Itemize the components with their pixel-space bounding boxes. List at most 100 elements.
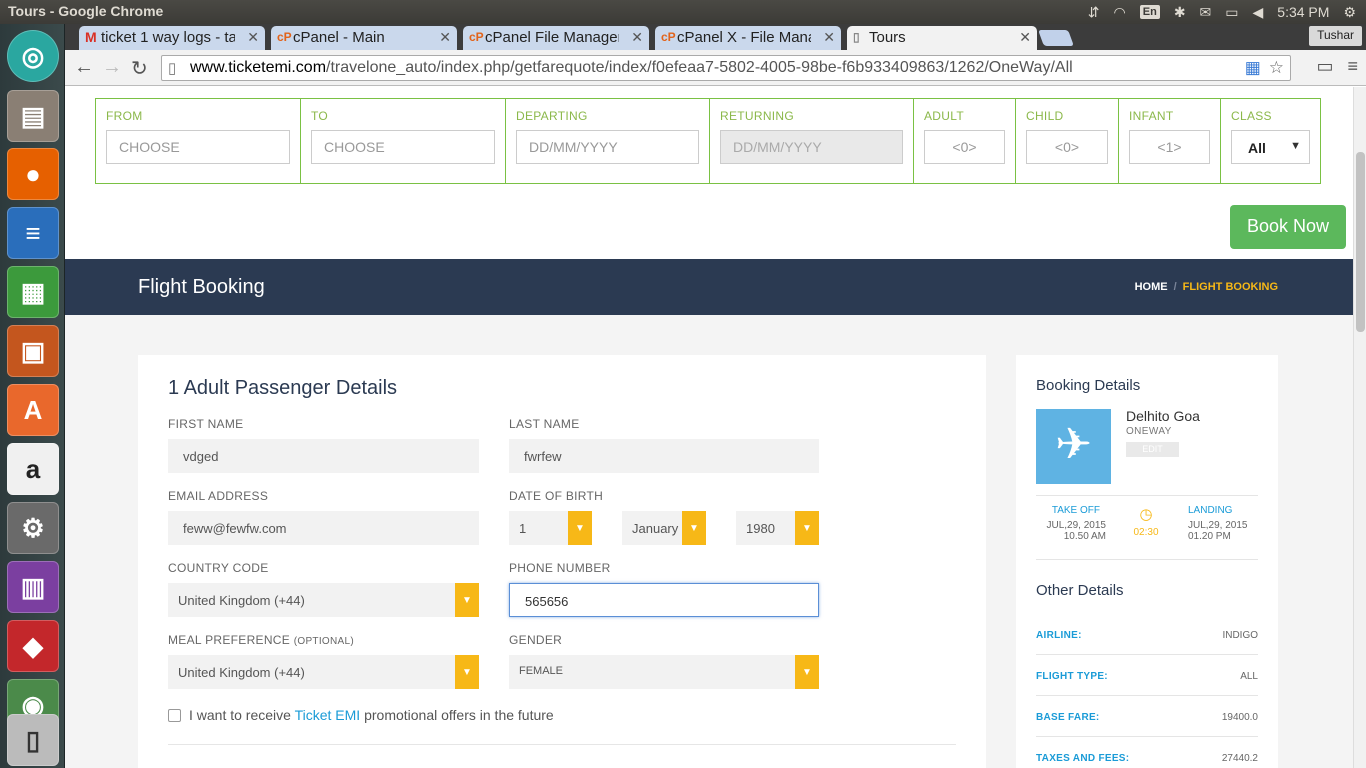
book-now-button[interactable]: Book Now <box>1230 205 1346 249</box>
detail-value: 19400.0 <box>1221 712 1258 723</box>
trash-icon[interactable]: ▯ <box>7 714 59 766</box>
tab-label: cPanel File Manager <box>485 29 619 46</box>
email-input[interactable]: feww@fewfw.com <box>168 511 479 545</box>
meal-preference-field: MEAL PREFERENCE (OPTIONAL) United Kingdo… <box>168 633 479 689</box>
adult-input[interactable]: <0> <box>924 130 1005 164</box>
email-label: EMAIL ADDRESS <box>168 489 269 503</box>
page-header-band: Flight Booking HOME / FLIGHT BOOKING <box>65 259 1353 315</box>
adult-field: ADULT <0> <box>913 98 1015 184</box>
returning-field: RETURNING DD/MM/YYYY <box>709 98 913 184</box>
bluetooth-icon[interactable]: ✱ <box>1174 4 1186 21</box>
tab-tours[interactable]: ▯ Tours ✕ <box>847 26 1037 50</box>
dob-month-select[interactable]: January ▼ <box>622 511 706 545</box>
route-name: Delhito Goa <box>1126 408 1200 424</box>
page-scrollbar[interactable] <box>1353 87 1366 768</box>
promo-checkbox[interactable] <box>168 708 181 722</box>
first-name-input[interactable]: vdged <box>168 439 479 473</box>
cpanel-icon: cP <box>661 30 676 44</box>
close-icon[interactable]: ✕ <box>1019 29 1031 46</box>
close-icon[interactable]: ✕ <box>631 29 643 46</box>
dropdown-caret-icon: ▼ <box>1290 140 1301 152</box>
promo-text-after: promotional offers in the future <box>364 707 554 723</box>
phone-input[interactable]: 565656 <box>509 583 819 617</box>
dob-year-select[interactable]: 1980 ▼ <box>736 511 819 545</box>
passenger-card-title: 1 Adult Passenger Details <box>168 377 398 399</box>
new-tab-button[interactable] <box>1038 30 1074 46</box>
country-code-value: United Kingdom (+44) <box>178 593 305 608</box>
chevron-down-icon: ▼ <box>568 511 592 545</box>
infant-label: INFANT <box>1129 109 1174 123</box>
dob-day-select[interactable]: 1 ▼ <box>509 511 592 545</box>
returning-label: RETURNING <box>720 109 795 123</box>
mail-icon[interactable]: ✉ <box>1200 4 1212 21</box>
cast-icon[interactable]: ▭ <box>1316 56 1333 77</box>
ubuntu-dash-icon[interactable]: ◎ <box>7 30 59 82</box>
breadcrumb-home-link[interactable]: HOME <box>1135 281 1168 293</box>
tab-cpanel-file-manager[interactable]: cP cPanel File Manager ✕ <box>463 26 649 50</box>
impress-icon[interactable]: ▣ <box>7 325 59 377</box>
star-icon[interactable]: ☆ <box>1269 58 1284 78</box>
first-name-field: FIRST NAME vdged <box>168 417 479 473</box>
country-code-select[interactable]: United Kingdom (+44) ▼ <box>168 583 479 617</box>
ticket-emi-link[interactable]: Ticket EMI <box>295 707 361 723</box>
from-input[interactable]: CHOOSE <box>106 130 290 164</box>
writer-icon[interactable]: ≡ <box>7 207 59 259</box>
tab-cpanel-main[interactable]: cP cPanel - Main ✕ <box>271 26 457 50</box>
page-info-icon[interactable]: ▯ <box>168 59 176 77</box>
system-settings-icon[interactable]: ⚙ <box>7 502 59 554</box>
close-icon[interactable]: ✕ <box>247 29 259 46</box>
detail-row-flight-type: FLIGHT TYPE: ALL <box>1036 671 1258 682</box>
close-icon[interactable]: ✕ <box>823 29 835 46</box>
gender-label: GENDER <box>509 633 563 647</box>
detail-key: FLIGHT TYPE: <box>1036 671 1108 682</box>
airline-logo-icon: ✈ <box>1036 409 1111 484</box>
calc-icon[interactable]: ▦ <box>7 266 59 318</box>
edit-button[interactable]: EDIT <box>1126 442 1179 457</box>
keyboard-layout-indicator[interactable]: En <box>1139 5 1160 19</box>
files-icon[interactable]: ▤ <box>7 90 59 142</box>
trip-type: ONEWAY <box>1126 426 1172 437</box>
class-select[interactable]: All ▼ <box>1231 130 1310 164</box>
php-app-icon[interactable]: ◆ <box>7 620 59 672</box>
software-center-icon[interactable]: A <box>7 384 59 436</box>
power-gear-icon[interactable]: ⚙ <box>1343 4 1356 21</box>
promo-text-before: I want to receive <box>189 707 291 723</box>
url-path: /travelone_auto/index.php/getfarequote/i… <box>326 59 1073 76</box>
class-field: CLASS All ▼ <box>1220 98 1321 184</box>
last-name-input[interactable]: fwrfew <box>509 439 819 473</box>
landing-time: 01.20 PM <box>1188 531 1231 542</box>
to-input[interactable]: CHOOSE <box>311 130 495 164</box>
profile-button[interactable]: Tushar <box>1309 26 1362 46</box>
reload-icon[interactable]: ↻ <box>131 56 148 81</box>
forward-arrow-icon[interactable]: → <box>102 56 122 79</box>
chevron-down-icon: ▼ <box>455 655 479 689</box>
clock[interactable]: 5:34 PM <box>1277 4 1329 20</box>
amazon-icon[interactable]: a <box>7 443 59 495</box>
dob-label: DATE OF BIRTH <box>509 489 604 503</box>
volume-icon[interactable]: ◀ <box>1253 4 1264 21</box>
child-input[interactable]: <0> <box>1026 130 1108 164</box>
firefox-icon[interactable]: ● <box>7 148 59 200</box>
departing-input[interactable]: DD/MM/YYYY <box>516 130 699 164</box>
extension-icon[interactable]: ▦ <box>1245 58 1261 78</box>
infant-input[interactable]: <1> <box>1129 130 1210 164</box>
wifi-icon[interactable]: ◠ <box>1114 4 1126 21</box>
tab-label: cPanel X - File Manag <box>677 29 811 46</box>
menu-icon[interactable]: ≡ <box>1347 56 1358 77</box>
scrollbar-thumb[interactable] <box>1356 152 1365 332</box>
meal-select[interactable]: United Kingdom (+44) ▼ <box>168 655 479 689</box>
address-bar[interactable]: ▯ www.ticketemi.com/travelone_auto/index… <box>161 55 1291 81</box>
dropbox-icon[interactable]: ⇵ <box>1088 4 1100 21</box>
tab-gmail[interactable]: M ticket 1 way logs - ta ✕ <box>79 26 265 50</box>
detail-key: BASE FARE: <box>1036 712 1100 723</box>
tab-cpanel-x-file-manager[interactable]: cP cPanel X - File Manag ✕ <box>655 26 841 50</box>
close-icon[interactable]: ✕ <box>439 29 451 46</box>
battery-icon[interactable]: ▭ <box>1225 4 1238 21</box>
other-details-title: Other Details <box>1036 582 1124 599</box>
gender-select[interactable]: FEMALE ▼ <box>509 655 819 689</box>
workspace-switcher-icon[interactable]: ▥ <box>7 561 59 613</box>
back-arrow-icon[interactable]: ← <box>74 56 94 79</box>
tab-label: ticket 1 way logs - ta <box>101 29 235 46</box>
adult-label: ADULT <box>924 109 964 123</box>
class-label: CLASS <box>1231 109 1272 123</box>
